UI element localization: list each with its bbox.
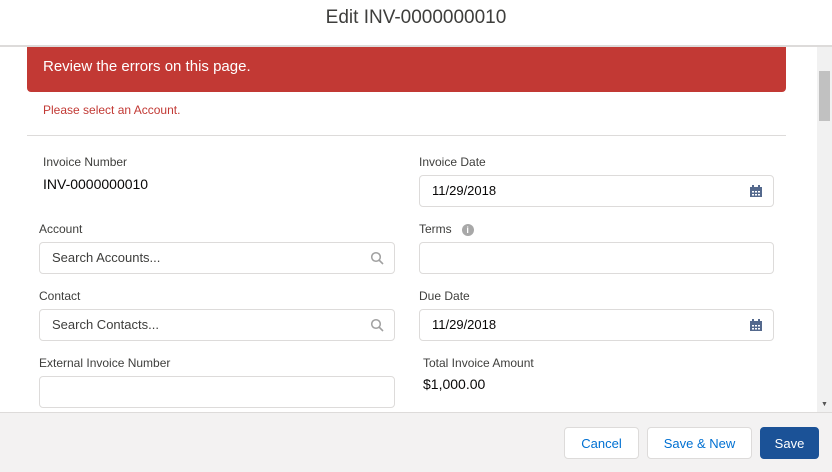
info-icon[interactable]: i <box>461 223 474 236</box>
terms-input[interactable] <box>419 242 774 274</box>
account-search-input[interactable]: Search Accounts... <box>39 242 395 274</box>
error-banner: Review the errors on this page. <box>27 47 786 92</box>
save-and-new-button[interactable]: Save & New <box>647 427 752 459</box>
save-button[interactable]: Save <box>760 427 819 459</box>
total-invoice-amount-value: $1,000.00 <box>423 376 486 392</box>
terms-label-text: Terms <box>419 222 452 236</box>
account-placeholder: Search Accounts... <box>52 250 161 265</box>
due-date-field[interactable]: 11/29/2018 <box>419 309 774 341</box>
external-invoice-number-input[interactable] <box>39 376 395 408</box>
modal-title: Edit INV-0000000010 <box>325 7 507 28</box>
invoice-number-value: INV-0000000010 <box>43 176 149 192</box>
invoice-date-field[interactable]: 11/29/2018 <box>419 175 774 207</box>
cancel-button[interactable]: Cancel <box>564 427 639 459</box>
modal-body: Review the errors on this page. Please s… <box>0 47 817 412</box>
invoice-date-value: 11/29/2018 <box>432 183 497 198</box>
calendar-icon[interactable] <box>749 184 763 198</box>
scrollbar[interactable]: ▲ ▼ <box>817 47 832 412</box>
external-invoice-number-label: External Invoice Number <box>39 356 171 370</box>
total-invoice-amount-label: Total Invoice Amount <box>423 356 534 370</box>
invoice-number-label: Invoice Number <box>43 155 128 169</box>
account-label: Account <box>39 222 83 236</box>
terms-label: Terms i <box>419 222 474 236</box>
due-date-label: Due Date <box>419 289 470 303</box>
modal-header: Edit INV-0000000010 <box>0 0 832 47</box>
search-icon <box>370 251 384 265</box>
divider <box>27 135 786 136</box>
calendar-icon[interactable] <box>749 318 763 332</box>
scroll-down-arrow-icon[interactable]: ▼ <box>817 398 832 412</box>
search-icon <box>370 318 384 332</box>
contact-placeholder: Search Contacts... <box>52 317 159 332</box>
contact-search-input[interactable]: Search Contacts... <box>39 309 395 341</box>
error-message: Please select an Account. <box>43 103 181 117</box>
scrollbar-thumb[interactable] <box>819 71 830 121</box>
invoice-date-label: Invoice Date <box>419 155 486 169</box>
contact-label: Contact <box>39 289 81 303</box>
modal-footer: Cancel Save & New Save <box>0 412 832 472</box>
due-date-value: 11/29/2018 <box>432 317 497 332</box>
